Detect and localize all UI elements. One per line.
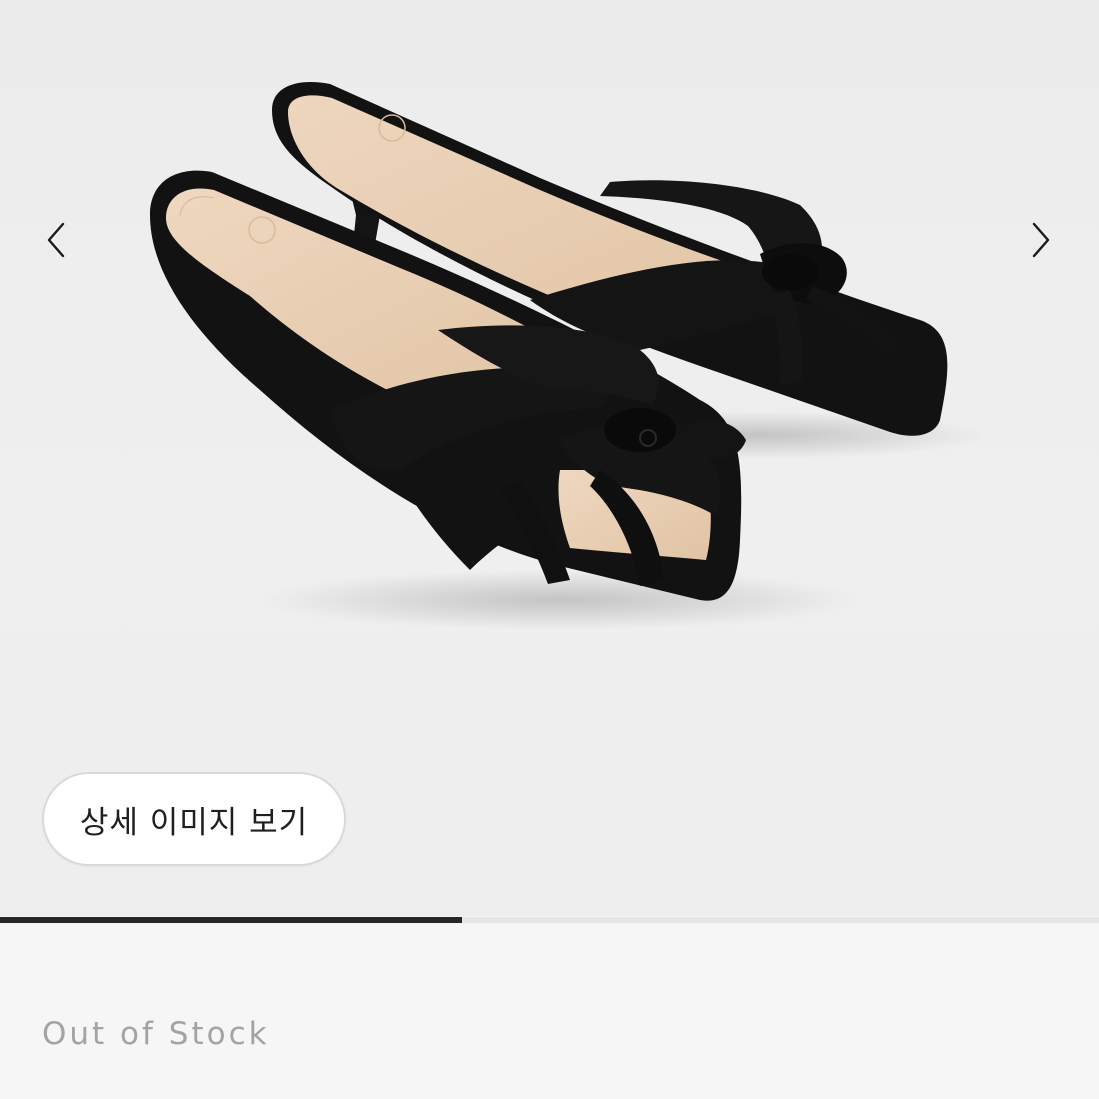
- product-page: 상세 이미지 보기 Out of Stock: [0, 0, 1099, 1099]
- next-image-button[interactable]: [1013, 212, 1069, 268]
- product-info: Out of Stock: [0, 923, 1099, 1099]
- chevron-right-icon: [1032, 222, 1050, 258]
- product-image-gallery[interactable]: 상세 이미지 보기: [0, 0, 1099, 916]
- view-detail-images-button[interactable]: 상세 이미지 보기: [42, 772, 346, 866]
- chevron-left-icon: [47, 222, 65, 258]
- stock-status: Out of Stock: [42, 1016, 270, 1052]
- previous-image-button[interactable]: [28, 212, 84, 268]
